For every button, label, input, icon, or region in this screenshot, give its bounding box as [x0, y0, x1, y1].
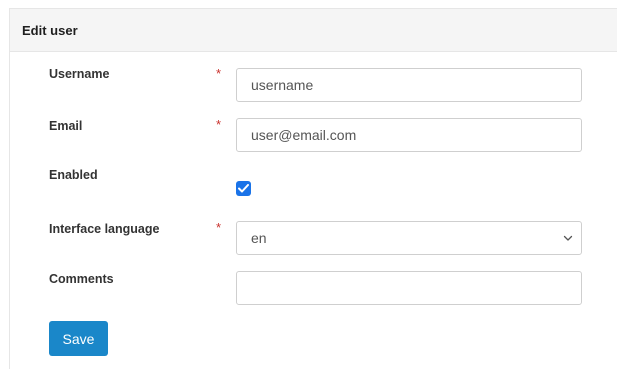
- save-button[interactable]: Save: [49, 321, 108, 356]
- panel-title: Edit user: [10, 9, 617, 52]
- interface-language-selected-value: en: [251, 230, 267, 246]
- username-label: Username: [49, 67, 110, 81]
- username-input[interactable]: username: [236, 68, 582, 102]
- enabled-label: Enabled: [49, 168, 98, 182]
- check-icon: [238, 184, 249, 193]
- enabled-checkbox[interactable]: [236, 181, 251, 196]
- interface-language-label: Interface language: [49, 222, 160, 236]
- chevron-down-icon: [563, 235, 573, 241]
- email-label: Email: [49, 119, 83, 133]
- username-required-mark: *: [216, 66, 222, 81]
- interface-language-required-mark: *: [216, 220, 222, 235]
- email-input[interactable]: user@email.com: [236, 118, 582, 152]
- interface-language-select[interactable]: en: [236, 221, 582, 255]
- comments-label: Comments: [49, 272, 114, 286]
- edit-user-panel: Edit user Username * username Email * us…: [9, 8, 617, 369]
- email-value: user@email.com: [251, 127, 357, 143]
- comments-input[interactable]: [236, 271, 582, 305]
- username-value: username: [251, 77, 314, 93]
- email-required-mark: *: [216, 117, 222, 132]
